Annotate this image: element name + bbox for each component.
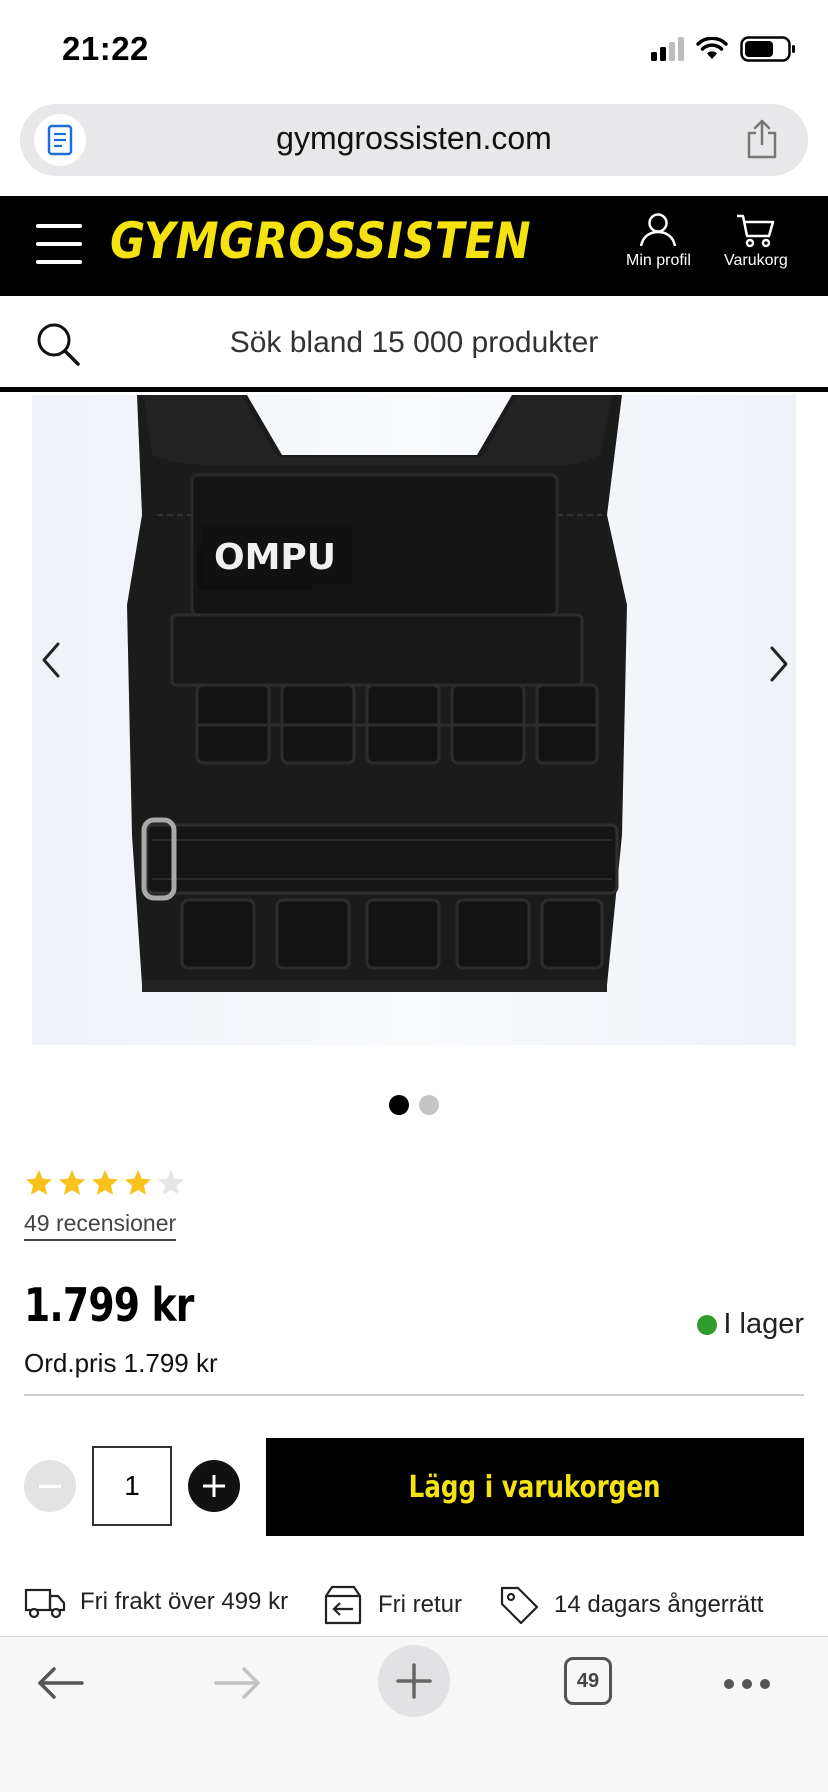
usp-label: Fri frakt över 499 kr — [80, 1588, 289, 1615]
image-dot-1[interactable] — [389, 1095, 409, 1115]
dot-icon — [742, 1679, 752, 1689]
browser-toolbar: 49 — [0, 1636, 828, 1792]
stock-status: I lager — [697, 1308, 804, 1341]
divider — [24, 1394, 804, 1396]
tabs-button[interactable]: 49 — [564, 1657, 612, 1705]
add-to-cart-button[interactable]: Lägg i varukorgen — [266, 1438, 804, 1536]
new-tab-button[interactable] — [378, 1645, 450, 1717]
star-empty-icon — [157, 1169, 185, 1195]
usp-return-policy: 14 dagars ångerrätt — [498, 1584, 763, 1626]
plus-icon — [396, 1663, 432, 1699]
star-icon — [58, 1169, 86, 1195]
battery-icon — [740, 36, 795, 62]
quantity-increase-button[interactable] — [188, 1460, 240, 1512]
star-icon — [25, 1169, 53, 1195]
back-button[interactable] — [36, 1665, 86, 1701]
hamburger-menu-icon[interactable] — [36, 224, 82, 264]
next-image-button[interactable] — [764, 644, 794, 684]
address-bar[interactable]: gymgrossisten.com — [20, 104, 808, 176]
cart-label: Varukorg — [724, 252, 788, 269]
dot-icon — [724, 1679, 734, 1689]
reviews-link[interactable]: 49 recensioner — [24, 1210, 177, 1241]
forward-arrow-icon — [214, 1667, 260, 1699]
site-logo[interactable]: GYMGROSSISTEN — [110, 213, 531, 271]
shopping-cart-icon — [736, 214, 775, 248]
usp-free-shipping: Fri frakt över 499 kr — [24, 1584, 288, 1620]
star-icon — [124, 1169, 152, 1195]
minus-icon — [39, 1484, 61, 1488]
usp-label: Fri retur — [378, 1591, 462, 1618]
profile-button[interactable]: Min profil — [626, 212, 691, 270]
product-price: 1.799 kr — [24, 1278, 194, 1332]
dot-icon — [760, 1679, 770, 1689]
product-image[interactable]: OMPU — [32, 395, 796, 1045]
weight-vest-image: OMPU — [32, 395, 796, 1045]
in-stock-dot-icon — [697, 1314, 718, 1335]
site-header: GYMGROSSISTEN Min profil Varukorg — [0, 196, 828, 296]
quantity-decrease-button[interactable] — [24, 1460, 76, 1512]
wifi-icon — [696, 37, 728, 59]
image-pagination — [0, 1095, 828, 1115]
cellular-signal-icon — [651, 37, 684, 61]
add-to-cart-label: Lägg i varukorgen — [409, 1469, 661, 1505]
return-box-icon — [324, 1585, 362, 1625]
star-rating — [24, 1168, 186, 1198]
profile-label: Min profil — [626, 252, 691, 269]
usp-free-return: Fri retur — [322, 1584, 462, 1626]
price-tag-icon — [500, 1586, 539, 1625]
plus-icon — [203, 1475, 225, 1497]
back-arrow-icon — [38, 1667, 84, 1699]
more-options-button[interactable] — [724, 1679, 770, 1689]
share-icon — [747, 119, 777, 159]
share-button[interactable] — [744, 118, 780, 165]
url-domain[interactable]: gymgrossisten.com — [20, 120, 808, 157]
ordinary-price: Ord.pris 1.799 kr — [24, 1348, 218, 1378]
image-dot-2[interactable] — [419, 1095, 439, 1115]
truck-icon — [24, 1588, 66, 1619]
star-icon — [91, 1169, 119, 1195]
previous-image-button[interactable] — [36, 640, 66, 680]
user-icon — [640, 213, 677, 247]
status-time: 21:22 — [62, 30, 149, 67]
search-bar[interactable]: Sök bland 15 000 produkter — [0, 296, 828, 392]
status-indicators — [651, 36, 796, 62]
search-input[interactable]: Sök bland 15 000 produkter — [0, 326, 828, 360]
status-bar: 21:22 — [0, 0, 828, 100]
stock-label: I lager — [723, 1308, 804, 1340]
cart-button[interactable]: Varukorg — [724, 212, 788, 270]
forward-button[interactable] — [212, 1665, 262, 1701]
quantity-input[interactable]: 1 — [92, 1446, 172, 1526]
vest-brand-text: OMPU — [214, 537, 336, 578]
usp-label: 14 dagars ångerrätt — [554, 1591, 764, 1618]
